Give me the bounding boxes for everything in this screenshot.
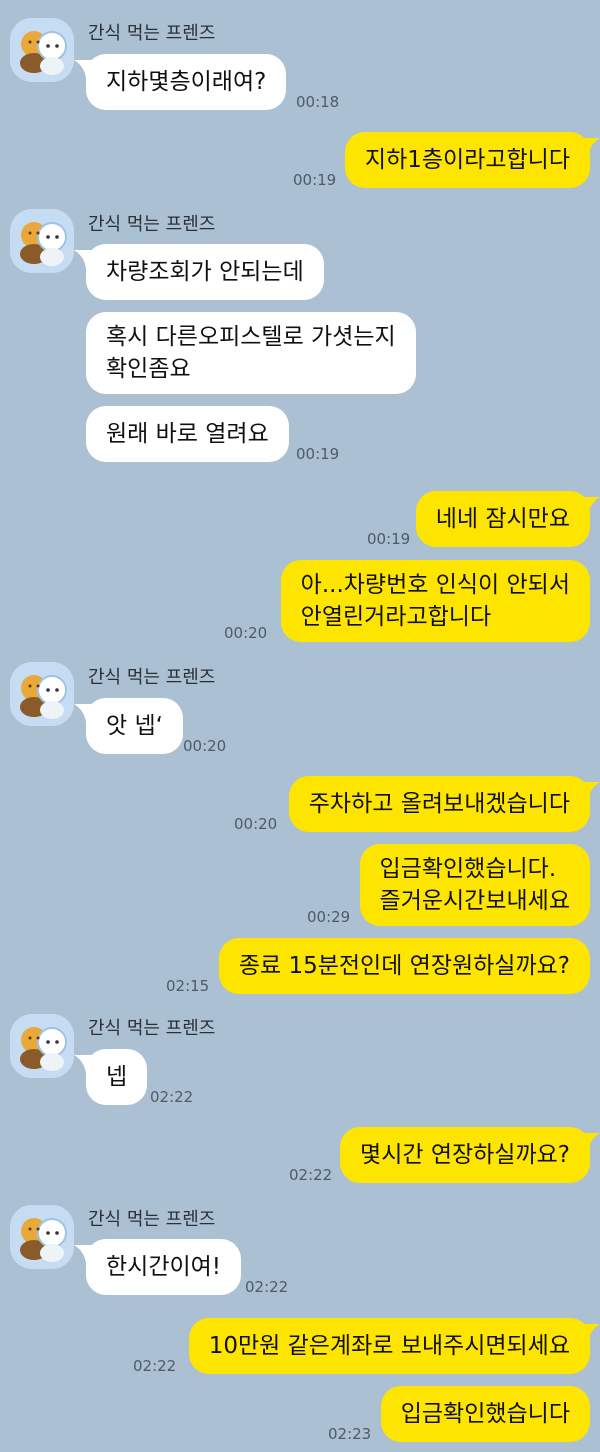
outgoing-message[interactable]: 몇시간 연장하실까요? bbox=[340, 1127, 590, 1183]
friend-avatar[interactable] bbox=[10, 1014, 74, 1078]
friends-character-icon bbox=[10, 662, 74, 726]
outgoing-message[interactable]: 종료 15분전인데 연장원하실까요? bbox=[218, 938, 590, 994]
message-time: 00:20 bbox=[183, 737, 227, 755]
message-text-line: 혹시 다른오피스텔로 가셧는지 bbox=[106, 324, 396, 350]
friends-character-icon bbox=[10, 1205, 74, 1269]
message-text: 네네 잠시만요 bbox=[435, 506, 570, 532]
outgoing-message[interactable]: 아...차량번호 인식이 안되서 안열린거라고합니다 bbox=[280, 560, 590, 642]
friend-avatar[interactable] bbox=[10, 662, 74, 726]
message-time: 02:22 bbox=[245, 1278, 289, 1296]
message-time: 02:15 bbox=[166, 977, 210, 995]
sender-name: 간식 먹는 프렌즈 bbox=[88, 23, 216, 44]
message-text-line: 안열린거라고합니다 bbox=[300, 604, 492, 630]
message-text-line: 확인좀요 bbox=[106, 356, 191, 382]
message-text-line: 입금확인했습니다. bbox=[379, 856, 557, 882]
sender-name: 간식 먹는 프렌즈 bbox=[88, 667, 216, 688]
message-text: 넵 bbox=[106, 1064, 128, 1090]
message-text: 원래 바로 열려요 bbox=[106, 421, 269, 447]
message-text: 주차하고 올려보내겠습니다 bbox=[308, 791, 570, 817]
message-text: 앗 넵‘ bbox=[106, 713, 163, 739]
sender-name: 간식 먹는 프렌즈 bbox=[88, 1018, 216, 1039]
message-text: 지하1층이라고합니다 bbox=[364, 147, 570, 173]
outgoing-message[interactable]: 네네 잠시만요 bbox=[415, 491, 590, 547]
message-text-line: 아...차량번호 인식이 안되서 bbox=[300, 572, 570, 598]
message-time: 00:19 bbox=[367, 530, 411, 548]
friends-character-icon bbox=[10, 209, 74, 273]
friend-avatar[interactable] bbox=[10, 209, 74, 273]
message-text: 몇시간 연장하실까요? bbox=[360, 1142, 570, 1168]
message-text: 입금확인했습니다 bbox=[400, 1401, 570, 1427]
sender-name: 간식 먹는 프렌즈 bbox=[88, 214, 216, 235]
incoming-message[interactable]: 한시간이여! bbox=[86, 1239, 242, 1295]
message-time: 02:22 bbox=[150, 1088, 194, 1106]
incoming-message[interactable]: 혹시 다른오피스텔로 가셧는지 확인좀요 bbox=[86, 312, 416, 394]
sender-name: 간식 먹는 프렌즈 bbox=[88, 1209, 216, 1230]
message-time: 00:19 bbox=[296, 445, 340, 463]
message-time: 00:19 bbox=[293, 171, 337, 189]
friends-character-icon bbox=[10, 18, 74, 82]
message-time: 02:22 bbox=[133, 1357, 177, 1375]
message-time: 00:18 bbox=[296, 93, 340, 111]
message-text: 지하몇층이래여? bbox=[106, 69, 267, 95]
message-text: 차량조회가 안되는데 bbox=[106, 259, 304, 285]
message-time: 00:20 bbox=[224, 624, 268, 642]
friends-character-icon bbox=[10, 1014, 74, 1078]
outgoing-message[interactable]: 입금확인했습니다. 즐거운시간보내세요 bbox=[359, 844, 590, 926]
outgoing-message[interactable]: 입금확인했습니다 bbox=[380, 1386, 590, 1442]
friend-avatar[interactable] bbox=[10, 18, 74, 82]
friend-avatar[interactable] bbox=[10, 1205, 74, 1269]
message-text: 한시간이여! bbox=[106, 1254, 222, 1280]
incoming-message[interactable]: 앗 넵‘ bbox=[86, 698, 183, 754]
incoming-message[interactable]: 차량조회가 안되는데 bbox=[86, 244, 324, 300]
message-time: 02:22 bbox=[289, 1166, 333, 1184]
incoming-message[interactable]: 원래 바로 열려요 bbox=[86, 406, 289, 462]
outgoing-message[interactable]: 지하1층이라고합니다 bbox=[344, 132, 590, 188]
message-text: 10만원 같은계좌로 보내주시면되세요 bbox=[208, 1333, 570, 1359]
message-text-line: 즐거운시간보내세요 bbox=[379, 888, 570, 914]
message-text: 종료 15분전인데 연장원하실까요? bbox=[238, 953, 570, 979]
outgoing-message[interactable]: 주차하고 올려보내겠습니다 bbox=[288, 776, 590, 832]
incoming-message[interactable]: 지하몇층이래여? bbox=[86, 54, 287, 110]
outgoing-message[interactable]: 10만원 같은계좌로 보내주시면되세요 bbox=[188, 1318, 590, 1374]
incoming-message[interactable]: 넵 bbox=[86, 1049, 148, 1105]
message-time: 02:23 bbox=[328, 1425, 372, 1443]
message-time: 00:29 bbox=[307, 908, 351, 926]
message-time: 00:20 bbox=[234, 815, 278, 833]
